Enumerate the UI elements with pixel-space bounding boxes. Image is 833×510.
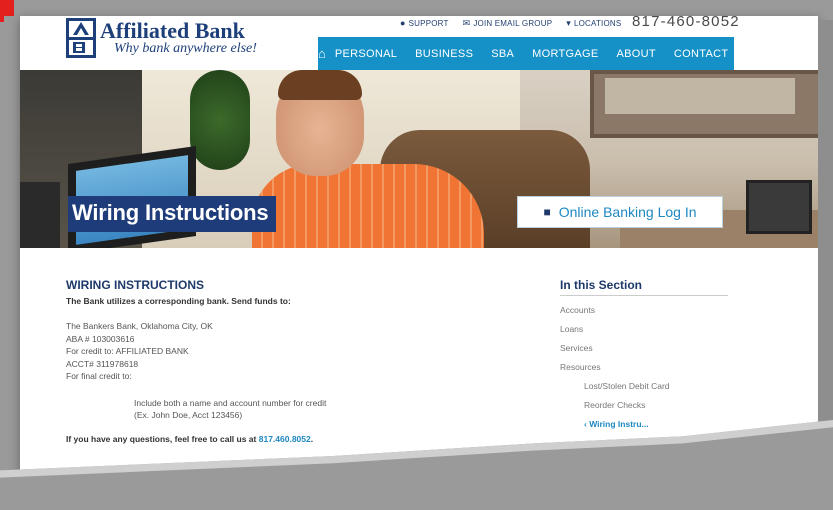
sidebar-item-accounts[interactable]: Accounts	[560, 305, 728, 315]
credit-note: Include both a name and account number f…	[134, 397, 526, 422]
web-page: Affiliated Bank Why bank anywhere else! …	[20, 16, 818, 484]
support-link[interactable]: ● SUPPORT	[400, 18, 449, 28]
sidebar-item-reorder-checks[interactable]: Reorder Checks	[584, 400, 728, 410]
main-content: WIRING INSTRUCTIONS The Bank utilizes a …	[66, 278, 526, 444]
bank-tagline: Why bank anywhere else!	[114, 41, 257, 56]
location-pin-icon: ▾	[566, 17, 571, 28]
hero-plant	[190, 70, 250, 170]
email-icon: ✉	[462, 17, 471, 28]
page-right-shadow	[818, 20, 833, 440]
final-credit-line: For final credit to:	[66, 370, 526, 383]
bank-logo-icon	[66, 18, 96, 58]
email-group-link[interactable]: ✉ JOIN EMAIL GROUP	[463, 18, 553, 29]
online-banking-label: Online Banking Log In	[558, 204, 697, 220]
hero-tv	[746, 180, 812, 234]
wiring-address: The Bankers Bank, Oklahoma City, OK ABA …	[66, 320, 526, 383]
address-line: ACCT# 311978618	[66, 358, 139, 369]
support-label: SUPPORT	[408, 18, 449, 28]
online-banking-login-button[interactable]: ■ Online Banking Log In	[517, 196, 723, 228]
section-heading: WIRING INSTRUCTIONS	[66, 278, 204, 292]
corner-red-mark-tail	[0, 14, 4, 22]
address-line: ABA # 103003616	[66, 333, 135, 344]
sidebar-item-lost-stolen-card[interactable]: Lost/Stolen Debit Card	[584, 381, 728, 391]
sidebar-item-resources[interactable]: Resources	[560, 362, 728, 372]
sidebar-item-services[interactable]: Services	[560, 343, 728, 353]
email-label: JOIN EMAIL GROUP	[473, 18, 553, 28]
contact-phone-link[interactable]: 817.460.8052	[259, 434, 311, 444]
nav-mortgage[interactable]: MORTGAGE	[523, 48, 607, 60]
address-line: For credit to: AFFILIATED BANK	[66, 346, 189, 356]
hero-person-shirt	[252, 164, 484, 248]
contact-cta-end: .	[310, 433, 314, 444]
sidebar-item-wiring-instructions[interactable]: ‹ Wiring Instru...	[584, 419, 728, 429]
contact-cta-text: If you have any questions, feel free to …	[66, 433, 259, 444]
locations-link[interactable]: ▾ LOCATIONS	[566, 18, 621, 29]
final-credit-label: For final credit to:	[66, 371, 132, 381]
locations-label: LOCATIONS	[573, 18, 622, 28]
home-icon[interactable]: ⌂	[318, 46, 326, 61]
nav-sba[interactable]: SBA	[482, 48, 523, 60]
address-line: The Bankers Bank, Oklahoma City, OK	[66, 321, 213, 331]
credit-note-line-1: Include both a name and account number f…	[134, 397, 327, 408]
lock-icon: ■	[543, 205, 551, 219]
nav-about[interactable]: ABOUT	[608, 48, 665, 60]
nav-business[interactable]: BUSINESS	[406, 48, 482, 60]
section-sidebar: In this Section Accounts Loans Services …	[560, 278, 728, 429]
main-nav: ⌂ PERSONAL BUSINESS SBA MORTGAGE ABOUT C…	[318, 37, 734, 70]
sidebar-title: In this Section	[560, 278, 728, 296]
hero-picture-frame-inner	[605, 78, 795, 114]
utility-bar: ● SUPPORT ✉ JOIN EMAIL GROUP ▾ LOCATIONS	[400, 16, 621, 30]
hero-person-hair	[278, 70, 362, 100]
credit-note-line-2: (Ex. John Doe, Acct 123456)	[134, 410, 243, 420]
page-title: Wiring Instructions	[68, 196, 277, 232]
contact-cta: If you have any questions, feel free to …	[66, 434, 526, 444]
bank-logo[interactable]: Affiliated Bank Why bank anywhere else!	[66, 18, 326, 68]
sidebar-item-loans[interactable]: Loans	[560, 324, 728, 334]
support-icon: ●	[400, 18, 406, 28]
hero-monitor-left	[20, 182, 60, 248]
intro-text: The Bank utilizes a corresponding bank. …	[66, 296, 291, 306]
nav-contact[interactable]: CONTACT	[665, 48, 737, 60]
nav-personal[interactable]: PERSONAL	[326, 48, 406, 60]
header-phone[interactable]: 817-460-8052	[632, 16, 740, 30]
